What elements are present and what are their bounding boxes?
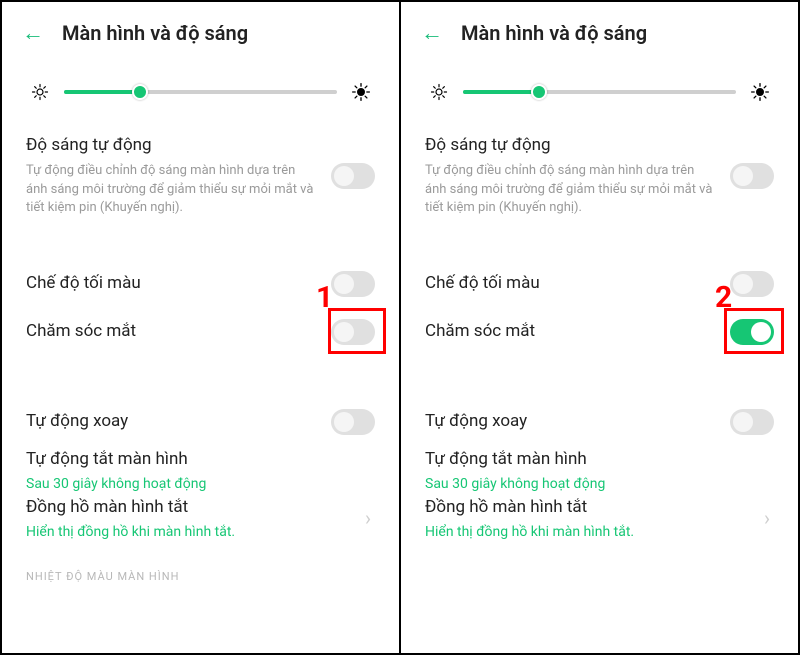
auto-rotate-title: Tự động xoay bbox=[26, 410, 319, 434]
aod-row[interactable]: Đồng hồ màn hình tắt Hiển thị đồng hồ kh… bbox=[425, 494, 774, 542]
eye-care-title: Chăm sóc mắt bbox=[26, 320, 319, 344]
auto-brightness-toggle[interactable] bbox=[331, 163, 375, 189]
brightness-slider[interactable] bbox=[64, 90, 337, 94]
dark-mode-title: Chế độ tối màu bbox=[425, 272, 718, 296]
auto-rotate-title: Tự động xoay bbox=[425, 410, 718, 434]
back-icon[interactable]: ← bbox=[22, 20, 44, 46]
auto-brightness-title: Độ sáng tự động bbox=[425, 134, 718, 158]
chevron-right-icon: › bbox=[760, 506, 774, 530]
aod-sub: Hiển thị đồng hồ khi màn hình tắt. bbox=[26, 524, 349, 540]
brightness-high-icon bbox=[351, 82, 371, 102]
auto-brightness-row: Độ sáng tự động Tự động điều chỉnh độ sá… bbox=[425, 134, 774, 218]
section-label-cutoff: NHIỆT ĐỘ MÀU MÀN HÌNH bbox=[2, 570, 399, 583]
auto-off-row[interactable]: Tự động tắt màn hình Sau 30 giây không h… bbox=[425, 446, 774, 494]
dark-mode-toggle[interactable] bbox=[331, 271, 375, 297]
eye-care-toggle[interactable] bbox=[331, 319, 375, 345]
auto-off-row[interactable]: Tự động tắt màn hình Sau 30 giây không h… bbox=[26, 446, 375, 494]
auto-brightness-title: Độ sáng tự động bbox=[26, 134, 319, 158]
auto-brightness-desc: Tự động điều chỉnh độ sáng màn hình dựa … bbox=[26, 162, 319, 219]
dark-mode-title: Chế độ tối màu bbox=[26, 272, 319, 296]
settings-panel-1: ← Màn hình và độ sáng bbox=[2, 2, 399, 653]
aod-title: Đồng hồ màn hình tắt bbox=[425, 496, 748, 520]
brightness-slider-row bbox=[401, 56, 798, 120]
header: ← Màn hình và độ sáng bbox=[401, 2, 798, 56]
dark-mode-toggle[interactable] bbox=[730, 271, 774, 297]
auto-off-title: Tự động tắt màn hình bbox=[425, 448, 762, 472]
aod-row[interactable]: Đồng hồ màn hình tắt Hiển thị đồng hồ kh… bbox=[26, 494, 375, 542]
page-title: Màn hình và độ sáng bbox=[62, 21, 248, 45]
brightness-high-icon bbox=[750, 82, 770, 102]
eye-care-title: Chăm sóc mắt bbox=[425, 320, 718, 344]
aod-sub: Hiển thị đồng hồ khi màn hình tắt. bbox=[425, 524, 748, 540]
auto-rotate-toggle[interactable] bbox=[331, 409, 375, 435]
auto-off-sub: Sau 30 giây không hoạt động bbox=[26, 476, 363, 492]
auto-off-sub: Sau 30 giây không hoạt động bbox=[425, 476, 762, 492]
auto-off-title: Tự động tắt màn hình bbox=[26, 448, 363, 472]
auto-rotate-row[interactable]: Tự động xoay bbox=[26, 398, 375, 446]
brightness-low-icon bbox=[429, 82, 449, 102]
eye-care-row[interactable]: Chăm sóc mắt bbox=[425, 308, 774, 356]
auto-brightness-toggle[interactable] bbox=[730, 163, 774, 189]
eye-care-toggle[interactable] bbox=[730, 319, 774, 345]
back-icon[interactable]: ← bbox=[421, 20, 443, 46]
chevron-right-icon: › bbox=[361, 506, 375, 530]
settings-panel-2: ← Màn hình và độ sáng bbox=[399, 2, 798, 653]
brightness-slider-row bbox=[2, 56, 399, 120]
aod-title: Đồng hồ màn hình tắt bbox=[26, 496, 349, 520]
brightness-low-icon bbox=[30, 82, 50, 102]
auto-rotate-row[interactable]: Tự động xoay bbox=[425, 398, 774, 446]
auto-brightness-row: Độ sáng tự động Tự động điều chỉnh độ sá… bbox=[26, 134, 375, 218]
dark-mode-row[interactable]: Chế độ tối màu bbox=[26, 260, 375, 308]
eye-care-row[interactable]: Chăm sóc mắt bbox=[26, 308, 375, 356]
header: ← Màn hình và độ sáng bbox=[2, 2, 399, 56]
brightness-slider[interactable] bbox=[463, 90, 736, 94]
dark-mode-row[interactable]: Chế độ tối màu bbox=[425, 260, 774, 308]
auto-rotate-toggle[interactable] bbox=[730, 409, 774, 435]
page-title: Màn hình và độ sáng bbox=[461, 21, 647, 45]
auto-brightness-desc: Tự động điều chỉnh độ sáng màn hình dựa … bbox=[425, 162, 718, 219]
